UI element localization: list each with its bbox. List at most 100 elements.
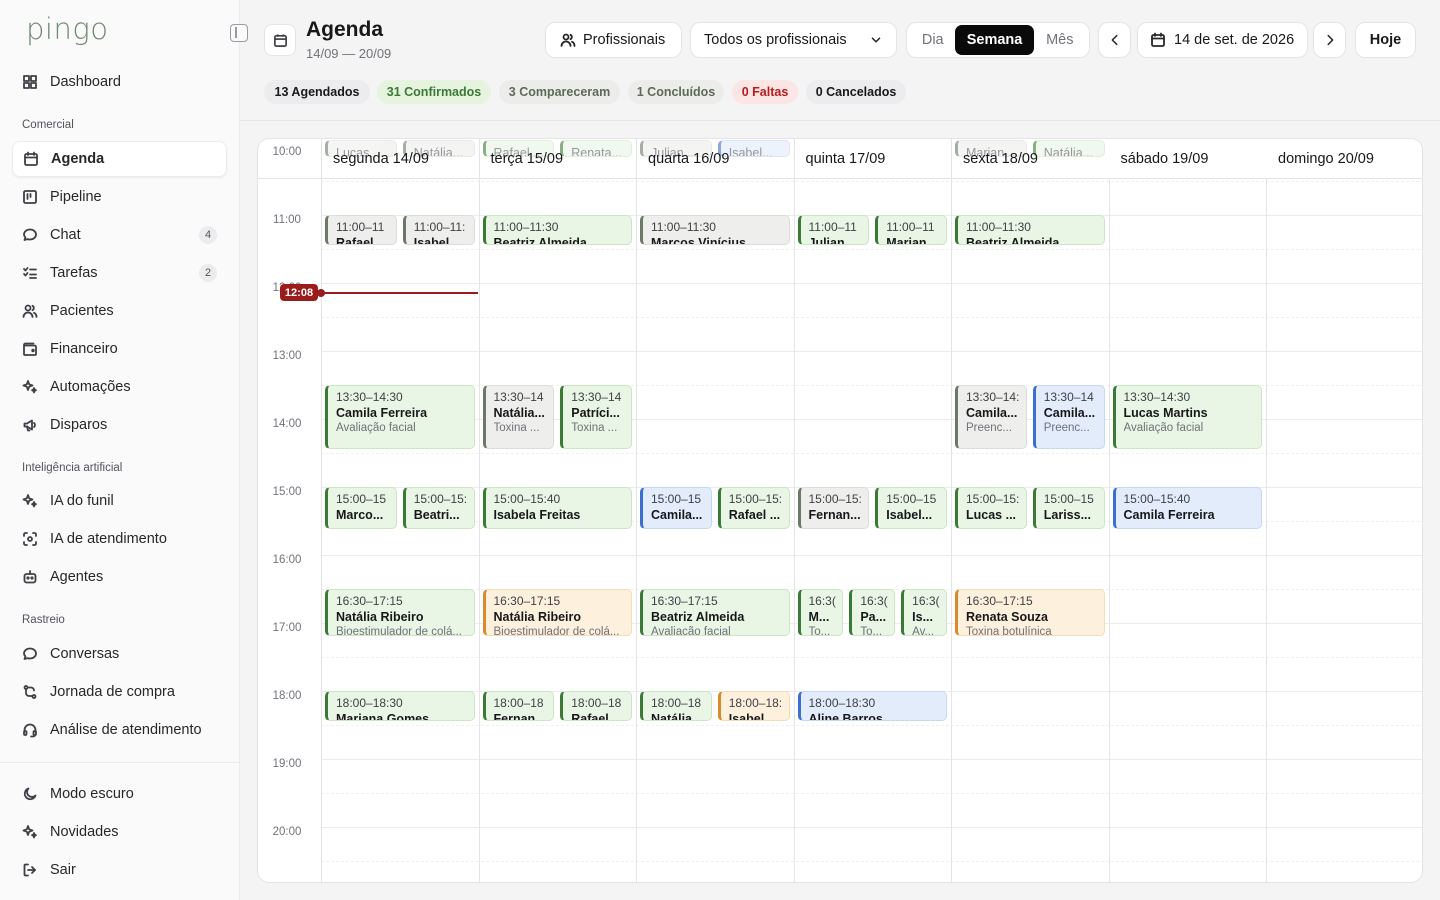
appointment-event[interactable]: 15:00–15 Isabel...: [875, 487, 947, 529]
sidebar-item-disparos[interactable]: Disparos: [12, 407, 227, 443]
appointment-event[interactable]: 13:30–14:30 Camila Ferreira Avaliação faci…: [325, 385, 475, 449]
sidebar-footer: [0, 762, 240, 763]
appointment-event[interactable]: 15:00–15: Rafael ...: [717, 487, 790, 529]
appointment-event[interactable]: 16:3(Is... Av...: [901, 589, 947, 636]
status-chip-faltas[interactable]: 0 Faltas: [732, 80, 798, 104]
professional-filter-value: Todos os profissionais: [704, 32, 847, 48]
appointment-event[interactable]: 15:00–15:40 Camila Ferreira: [1112, 487, 1262, 529]
status-chip-agendados[interactable]: 13 Agendados: [264, 80, 370, 104]
day-header[interactable]: segunda 14/09: [321, 139, 479, 179]
app-logo[interactable]: pingo: [26, 12, 109, 46]
day-header[interactable]: sexta 18/09: [951, 139, 1109, 179]
appointment-event[interactable]: 18:00–18: Isabel: [717, 691, 790, 721]
view-switcher: Dia Semana Mês: [906, 22, 1090, 58]
view-day-tab[interactable]: Dia: [910, 25, 955, 55]
view-month-tab[interactable]: Mês: [1034, 25, 1086, 55]
appointment-event[interactable]: 18:00–18 Fernan: [482, 691, 555, 721]
sidebar-item-ia-atendimento[interactable]: IA de atendimento: [12, 521, 227, 557]
day-header[interactable]: sábado 19/09: [1108, 139, 1266, 179]
appointment-event[interactable]: 11:00–11:30 Beatriz Almeida: [955, 215, 1105, 245]
sidebar-item-conversas[interactable]: Conversas: [12, 636, 227, 672]
appointment-event[interactable]: 18:00–18:30 Aline Barros: [797, 691, 947, 721]
profissionais-button[interactable]: Profissionais: [545, 22, 682, 58]
appointment-event[interactable]: 15:00–15: Fernan...: [797, 487, 870, 529]
appointment-event[interactable]: 18:00–18 Natália: [640, 691, 712, 721]
sidebar-item-automacoes[interactable]: Automações: [12, 369, 227, 405]
appointment-event[interactable]: 16:3(M... To...: [797, 589, 844, 636]
appointment-event[interactable]: 18:00–18 Rafael: [560, 691, 632, 721]
appointment-event[interactable]: 18:00–18:30 Mariana Gomes: [325, 691, 475, 721]
sidebar-item-dashboard[interactable]: Dashboard: [12, 64, 227, 100]
appointment-event[interactable]: 13:30–14 Patríci... Toxina ...: [560, 385, 632, 449]
sidebar-item-label: Conversas: [50, 646, 120, 662]
sidebar-item-agentes[interactable]: Agentes: [12, 559, 227, 595]
day-header[interactable]: quarta 16/09: [636, 139, 794, 179]
calendar-icon: [23, 151, 39, 167]
status-chip-concluidos[interactable]: 1 Concluídos: [628, 80, 724, 104]
appointment-event[interactable]: 16:30–17:15 Natália Ribeiro Bioestimulador…: [325, 589, 475, 636]
day-column-divider: [793, 139, 795, 882]
appointment-event[interactable]: 13:30–14 Camila... Preenc...: [1032, 385, 1105, 449]
event-procedure: To...: [860, 626, 883, 636]
today-button[interactable]: Hoje: [1355, 22, 1416, 58]
sidebar-item-label: Análise de atendimento: [50, 722, 202, 738]
next-week-button[interactable]: [1313, 22, 1346, 58]
logout-button[interactable]: Sair: [12, 852, 227, 888]
sidebar-collapse-icon[interactable]: [230, 24, 248, 42]
appointment-event[interactable]: 16:30–17:15 Natália Ribeiro Bioestimulador…: [482, 589, 632, 636]
professional-filter-select[interactable]: Todos os profissionais: [690, 22, 897, 58]
appointment-event[interactable]: 16:30–17:15 Renata Souza Toxina botulínica: [955, 589, 1105, 636]
previous-week-button[interactable]: [1098, 22, 1131, 58]
sidebar-item-jornada[interactable]: Jornada de compra: [12, 674, 227, 710]
event-time: 13:30–14: [571, 390, 622, 404]
sidebar-item-novidades[interactable]: Novidades: [12, 814, 227, 850]
appointment-event[interactable]: 15:00–15: Beatri...: [402, 487, 475, 529]
appointment-event[interactable]: 15:00–15: Lucas ...: [955, 487, 1027, 529]
day-header[interactable]: domingo 20/09: [1266, 139, 1422, 179]
appointment-event[interactable]: 16:3(Pa... To...: [849, 589, 896, 636]
tarefas-count-badge: 2: [199, 264, 217, 282]
sidebar-item-financeiro[interactable]: Financeiro: [12, 331, 227, 367]
appointment-event[interactable]: 11:00–11:30 Beatriz Almeida: [482, 215, 632, 245]
status-chip-cancelados[interactable]: 0 Cancelados: [806, 80, 906, 104]
event-patient-name: Isabela Freitas: [493, 508, 581, 522]
appointment-event[interactable]: 15:00–15 Camila...: [640, 487, 712, 529]
appointment-event[interactable]: 11:00–11 Julian: [797, 215, 870, 245]
appointment-event[interactable]: 16:30–17:15 Beatriz Almeida Avaliação faci…: [640, 589, 790, 636]
status-chip-compareceram[interactable]: 3 Compareceram: [499, 80, 620, 104]
appointment-event[interactable]: 11:00–11: Isabel: [402, 215, 475, 245]
sidebar-item-pipeline[interactable]: Pipeline: [12, 179, 227, 215]
dark-mode-toggle[interactable]: Modo escuro: [12, 776, 227, 812]
day-header[interactable]: quinta 17/09: [793, 139, 951, 179]
appointment-event[interactable]: 15:00–15 Lariss...: [1032, 487, 1105, 529]
date-picker-button[interactable]: 14 de set. de 2026: [1137, 22, 1308, 58]
agenda-header-icon[interactable]: [264, 24, 296, 56]
appointment-event[interactable]: 15:00–15:40 Isabela Freitas: [482, 487, 632, 529]
event-time: 16:3(: [912, 594, 940, 608]
appointment-event[interactable]: 13:30–14: Camila... Preenc...: [955, 385, 1027, 449]
sidebar-item-chat[interactable]: Chat 4: [12, 217, 227, 253]
event-time: 13:30–14:: [966, 390, 1020, 404]
event-time: 18:00–18:30: [336, 696, 403, 710]
event-time: 11:00–11: [336, 220, 385, 234]
sidebar-item-agenda[interactable]: Agenda: [12, 141, 227, 177]
day-header[interactable]: terça 15/09: [478, 139, 636, 179]
sidebar-item-pacientes[interactable]: Pacientes: [12, 293, 227, 329]
appointment-event[interactable]: 15:00–15 Marco...: [325, 487, 397, 529]
section-label-rastreio: Rastreio: [22, 614, 65, 626]
appointment-event[interactable]: 13:30–14:30 Lucas Martins Avaliação facial: [1112, 385, 1262, 449]
status-chip-confirmados[interactable]: 31 Confirmados: [377, 80, 491, 104]
appointment-event[interactable]: 11:00–11 Marian: [875, 215, 947, 245]
sidebar-item-tarefas[interactable]: Tarefas 2: [12, 255, 227, 291]
half-hour-gridline: [321, 317, 1422, 318]
event-time: 15:00–15: [336, 492, 387, 506]
hour-gridline: [321, 351, 1422, 352]
appointment-event[interactable]: 11:00–11 Rafael: [325, 215, 397, 245]
sidebar-item-ia-funil[interactable]: IA do funil: [12, 483, 227, 519]
appointment-event[interactable]: 11:00–11:30 Marcos Vinícius: [640, 215, 790, 245]
day-column-divider: [1266, 139, 1267, 882]
appointment-event[interactable]: 13:30–14 Natália... Toxina ...: [482, 385, 555, 449]
view-week-tab[interactable]: Semana: [955, 25, 1034, 55]
day-column-divider: [1108, 139, 1110, 882]
sidebar-item-analise[interactable]: Análise de atendimento: [12, 712, 227, 748]
